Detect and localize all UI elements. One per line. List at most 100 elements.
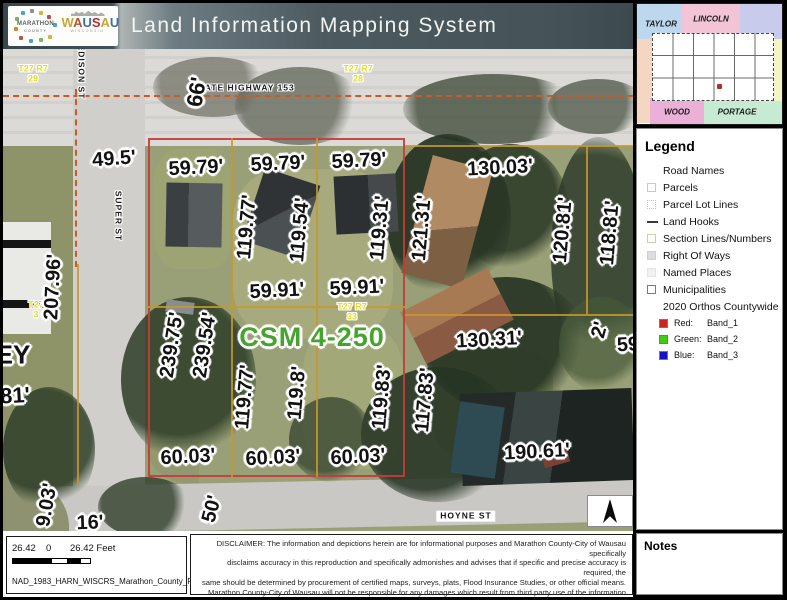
band-name-label: Band_3 — [707, 350, 738, 360]
disclaimer-text: disclaims accuracy in this reproduction … — [201, 558, 626, 577]
scale-bar — [12, 558, 91, 564]
band-color-label: Red: — [674, 318, 707, 328]
band-color-swatch-icon — [659, 335, 668, 344]
dimension-label: 9.03' — [33, 482, 61, 529]
dimension-label: 2' — [588, 320, 612, 341]
dimension-label: 119.54' — [287, 197, 313, 263]
locator-county-label: WOOD — [664, 108, 690, 117]
dimension-label: 190.61' — [504, 440, 571, 464]
dimension-label: 119.83' — [369, 364, 395, 430]
notes-panel[interactable]: Notes — [636, 533, 783, 595]
legend-swatch-named-icon — [647, 268, 656, 277]
legend-item-label: Section Lines/Numbers — [663, 233, 772, 245]
legend-band-row: Blue:Band_3 — [645, 347, 776, 363]
legend-item: Land Hooks — [645, 213, 776, 230]
legend-swatch-municipalities-icon — [647, 285, 656, 294]
dimension-label: 130.31' — [456, 328, 523, 352]
dimension-label: 130.03' — [467, 156, 534, 180]
marathon-logo-subtext: COUNTY — [13, 28, 59, 33]
county-locator-map[interactable]: TAYLOR LINCOLN WOOD PORTAGE — [636, 3, 783, 125]
dimension-label: 239.54' — [190, 311, 220, 379]
legend-swatch-lot-lines-icon — [647, 200, 656, 209]
bottom-strip: 26.42026.42 Feet NAD_1983_HARN_WISCRS_Ma… — [3, 531, 633, 597]
dimension-label: 119.77' — [232, 364, 258, 430]
dimension-label: 81' — [3, 384, 30, 408]
dimension-label: 117.83' — [412, 367, 438, 433]
scale-unit: Feet — [96, 543, 115, 554]
street-label: SUPER ST — [114, 191, 123, 242]
dimension-label: 16' — [76, 512, 104, 531]
scale-zero: 0 — [46, 543, 70, 554]
locator-county-label: TAYLOR — [645, 20, 677, 29]
legend-swatch-none-icon — [647, 302, 656, 311]
band-color-swatch-icon — [659, 351, 668, 360]
legend-swatch-parcels-icon — [647, 183, 656, 192]
legend-item: Right Of Ways — [645, 247, 776, 264]
page: MARATHON COUNTY WAUSAU WISCONSIN Land In… — [0, 0, 787, 600]
legend-band-row: Green:Band_2 — [645, 331, 776, 347]
legend-item-label: Parcel Lot Lines — [663, 199, 738, 211]
legend-item-label: Road Names — [663, 165, 724, 177]
legend-item: Parcels — [645, 179, 776, 196]
map-label-layer: T27 R7 29T27 R7 28T27 R7 33T27 3EDISON S… — [3, 49, 633, 531]
dimension-label: 239.75' — [157, 311, 187, 379]
legend-items: Road Names Parcels Parcel Lot Lines Land Ho… — [645, 162, 776, 315]
dimension-label: 60.03' — [160, 445, 216, 468]
legend-swatch-row-icon — [647, 251, 656, 260]
scale-left-value: 26.42 — [12, 543, 46, 554]
dimension-label: 120.81' — [550, 196, 576, 263]
dimension-label: 49.5' — [91, 147, 136, 170]
township-label: T27 R7 33 — [337, 302, 367, 323]
scale-bar-box: 26.42026.42 Feet NAD_1983_HARN_WISCRS_Ma… — [6, 536, 187, 594]
disclaimer-box: DISCLAIMER: The information and depictio… — [190, 534, 633, 595]
street-label: TATE HIGHWAY 153 — [199, 84, 295, 93]
dimension-label: 59.91' — [329, 276, 385, 299]
wausau-logo-text: WAUSAU — [62, 16, 114, 29]
scale-right-value: 26.42 — [70, 543, 94, 554]
legend-item-label: 2020 Orthos Countywide — [663, 301, 779, 313]
disclaimer-text: Marathon County-City of Wausau will not … — [201, 588, 626, 600]
band-color-label: Green: — [674, 334, 707, 344]
locator-county-label: LINCOLN — [693, 15, 729, 24]
scale-numbers: 26.42026.42 Feet — [12, 543, 115, 554]
legend-item-label: Right Of Ways — [663, 250, 730, 262]
disclaimer-text: DISCLAIMER: The information and depictio… — [201, 539, 626, 558]
dimension-label: 207.96' — [41, 254, 65, 321]
legend-title: Legend — [645, 138, 776, 154]
dimension-label: 60.03' — [245, 446, 301, 469]
dimension-label: 121.31' — [409, 194, 435, 261]
band-color-swatch-icon — [659, 319, 668, 328]
dimension-label: 59.91' — [249, 279, 305, 302]
legend-band-rows: Red:Band_1Green:Band_2Blue:Band_3 — [645, 315, 776, 363]
legend-item: Parcel Lot Lines — [645, 196, 776, 213]
dimension-label: 66' — [183, 75, 210, 108]
map-viewport[interactable]: T27 R7 29T27 R7 28T27 R7 33T27 3EDISON S… — [3, 49, 633, 531]
marathon-county-logo: MARATHON COUNTY — [13, 9, 59, 43]
marathon-logo-text: MARATHON — [13, 21, 59, 27]
street-label: HOYNE ST — [436, 511, 495, 522]
dimension-label: 59.79' — [168, 156, 224, 179]
projection-label: NAD_1983_HARN_WISCRS_Marathon_County_Fee… — [12, 577, 203, 586]
dimension-label: 119.31' — [367, 195, 393, 261]
dimension-label: 119.77' — [234, 194, 260, 260]
legend-swatch-none-icon — [647, 166, 656, 175]
locator-county-label: PORTAGE — [718, 108, 757, 117]
band-name-label: Band_1 — [707, 318, 738, 328]
legend-item: Section Lines/Numbers — [645, 230, 776, 247]
legend-swatch-section-icon — [647, 234, 656, 243]
dimension-label: 60.03' — [330, 445, 386, 468]
legend-item: Road Names — [645, 162, 776, 179]
legend-swatch-land-hooks-icon — [647, 221, 658, 223]
legend-item: Named Places — [645, 264, 776, 281]
locator-site-marker — [717, 84, 722, 89]
legend-item-label: Parcels — [663, 182, 698, 194]
dimension-label: 59 — [616, 334, 633, 356]
logo-box: MARATHON COUNTY WAUSAU WISCONSIN — [8, 6, 118, 46]
street-label: EDISON ST — [77, 49, 86, 99]
band-color-label: Blue: — [674, 350, 707, 360]
dimension-label: 59.79' — [331, 149, 387, 172]
legend-item: Municipalities — [645, 281, 776, 298]
legend-item: 2020 Orthos Countywide — [645, 298, 776, 315]
csm-label: CSM 4-250 — [239, 324, 385, 352]
wausau-skyline-icon — [71, 10, 105, 16]
